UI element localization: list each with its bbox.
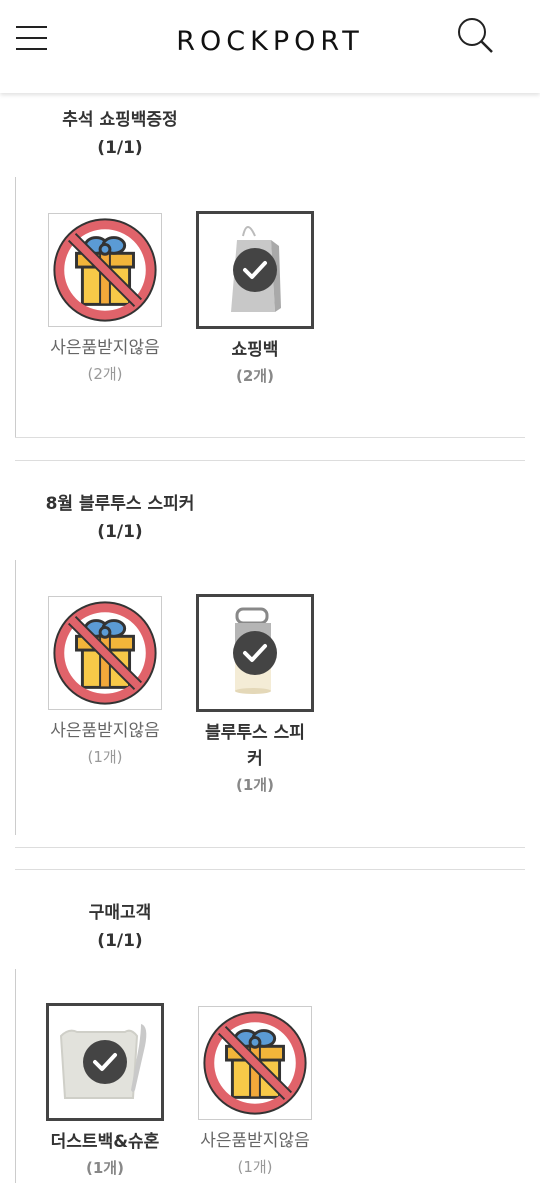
- option-quantity: (2개): [236, 367, 274, 385]
- option-name: 쇼핑백: [231, 340, 279, 360]
- search-icon[interactable]: [455, 16, 495, 56]
- section-count: (1/1): [97, 931, 143, 951]
- gift-section-chuseok: 추석 쇼핑백증정 (1/1) 사은품받지않음 (2개) 쇼핑백 (2개): [15, 93, 525, 438]
- option-name: 사은품받지않음: [50, 721, 160, 741]
- gift-section-speaker: 8월 블루투스 스피커 (1/1) 사은품받지않음 (1개) 블루투스 스피 커 …: [15, 460, 525, 848]
- no-gift-icon: [198, 1006, 312, 1120]
- gift-option-shopping-bag[interactable]: 쇼핑백 (2개): [185, 211, 325, 389]
- dust-bag-thumbnail: [46, 1003, 164, 1121]
- section-title: 구매고객: [88, 903, 152, 923]
- section-divider-vertical: [15, 560, 16, 835]
- option-name: 블루투스 스피 커: [205, 723, 305, 769]
- option-quantity: (1개): [87, 748, 123, 766]
- option-quantity: (1개): [236, 776, 274, 794]
- section-title: 추석 쇼핑백증정: [62, 110, 178, 130]
- option-quantity: (1개): [86, 1159, 124, 1177]
- option-quantity: (1개): [237, 1158, 273, 1176]
- no-gift-icon: [48, 213, 162, 327]
- gift-option-dust-bag[interactable]: 더스트백&슈혼 (1개): [35, 1003, 175, 1181]
- section-divider: [15, 869, 525, 870]
- option-name: 더스트백&슈혼: [50, 1132, 160, 1152]
- check-icon: [233, 631, 277, 675]
- section-divider: [15, 847, 525, 848]
- section-divider: [15, 460, 525, 461]
- bluetooth-speaker-thumbnail: [196, 594, 314, 712]
- section-count: (1/1): [97, 138, 143, 158]
- gift-option-no-gift[interactable]: 사은품받지않음 (1개): [35, 596, 175, 770]
- app-header: ROCKPORT: [0, 0, 540, 93]
- no-gift-icon: [48, 596, 162, 710]
- option-name: 사은품받지않음: [200, 1131, 310, 1151]
- option-name: 사은품받지않음: [50, 338, 160, 358]
- section-divider-vertical: [15, 969, 16, 1183]
- shopping-bag-thumbnail: [196, 211, 314, 329]
- gift-option-bluetooth-speaker[interactable]: 블루투스 스피 커 (1개): [185, 594, 325, 798]
- check-icon: [83, 1040, 127, 1084]
- check-icon: [233, 248, 277, 292]
- option-quantity: (2개): [87, 365, 123, 383]
- section-divider-vertical: [15, 177, 16, 437]
- section-count: (1/1): [97, 522, 143, 542]
- gift-section-purchase: 구매고객 (1/1) 더스트백&슈혼 (1개) 사은품받지않음 (1개): [15, 869, 525, 1183]
- section-divider: [15, 437, 525, 438]
- gift-option-no-gift[interactable]: 사은품받지않음 (2개): [35, 213, 175, 387]
- gift-option-no-gift[interactable]: 사은품받지않음 (1개): [185, 1006, 325, 1180]
- section-title: 8월 블루투스 스피커: [45, 494, 195, 514]
